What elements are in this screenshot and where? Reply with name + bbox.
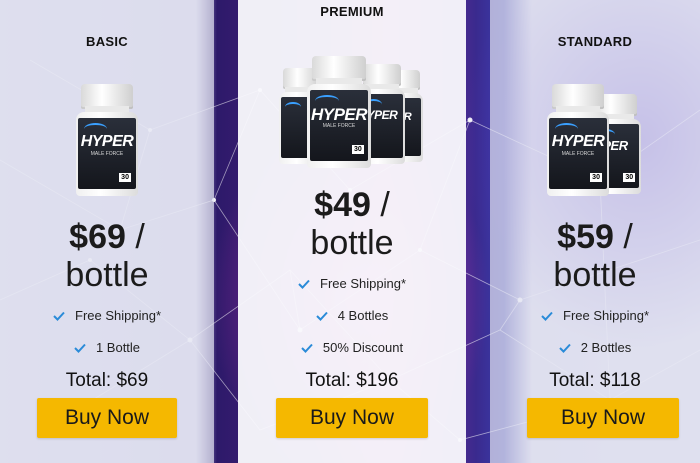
- product-subtitle: MALE FORCE: [90, 150, 124, 157]
- price-unit: bottle: [65, 256, 149, 294]
- check-icon: [315, 311, 328, 321]
- total-price: Total: $69: [65, 370, 149, 391]
- product-bottle: HYPER MALE FORCE 30: [307, 56, 371, 168]
- feature-item: 50% Discount: [238, 340, 466, 355]
- check-icon: [301, 343, 313, 353]
- feature-label: 1 Bottle: [95, 340, 141, 355]
- price: $49 /: [238, 186, 466, 224]
- check-icon: [74, 343, 86, 353]
- price-amount: $49: [314, 186, 371, 224]
- plan-tier-label: BASIC: [86, 34, 128, 49]
- capsule-count: 30: [119, 173, 131, 183]
- price-separator: /: [623, 218, 633, 256]
- plan-standard: STANDARD PER 30 HYPER MALE FORCE 30 $59 …: [490, 0, 700, 463]
- price-unit: bottle: [310, 224, 394, 262]
- price: $59 /: [490, 218, 700, 256]
- check-icon: [558, 343, 571, 353]
- buy-now-button[interactable]: Buy Now: [37, 398, 177, 438]
- feature-item: 2 Bottles: [490, 340, 700, 355]
- plan-basic: BASIC HYPER MALE FORCE 30 $69 / bottle F…: [0, 0, 214, 463]
- buy-now-button[interactable]: Buy Now: [276, 398, 428, 438]
- check-icon: [541, 311, 553, 321]
- feature-label: Free Shipping*: [563, 308, 649, 323]
- price-amount: $59: [557, 218, 614, 256]
- feature-label: 50% Discount: [322, 340, 404, 355]
- product-bottle: HYPER MALE FORCE 30: [76, 84, 138, 196]
- total-price: Total: $118: [549, 370, 641, 391]
- price-amount: $69: [69, 218, 126, 256]
- buy-now-button[interactable]: Buy Now: [527, 398, 679, 438]
- product-brand: HYPER: [80, 133, 134, 151]
- product-subtitle: MALE FORCE: [322, 122, 356, 129]
- product-image: ER YPER HYPER MALE FORCE 30: [238, 56, 466, 168]
- feature-item: Free Shipping*: [238, 276, 466, 291]
- check-icon: [53, 311, 65, 321]
- product-brand: HYPER: [551, 133, 605, 151]
- price-separator: /: [135, 218, 145, 256]
- feature-label: 4 Bottles: [337, 308, 389, 323]
- product-subtitle: MALE FORCE: [561, 150, 595, 157]
- capsule-count: 30: [351, 145, 364, 155]
- feature-item: 4 Bottles: [238, 308, 466, 323]
- check-icon: [298, 279, 310, 289]
- product-image: PER 30 HYPER MALE FORCE 30: [490, 84, 700, 196]
- capsule-count: 30: [590, 173, 602, 183]
- feature-label: Free Shipping*: [320, 276, 406, 291]
- plan-premium: PREMIUM ER YPER HYPER MALE FORCE 30: [238, 0, 466, 463]
- product-image: HYPER MALE FORCE 30: [0, 84, 214, 196]
- feature-label: 2 Bottles: [580, 340, 632, 355]
- plan-tier-label: PREMIUM: [320, 4, 384, 19]
- feature-item: Free Shipping*: [0, 308, 214, 323]
- plan-tier-label: STANDARD: [557, 34, 633, 49]
- feature-item: Free Shipping*: [490, 308, 700, 323]
- feature-label: Free Shipping*: [75, 308, 161, 323]
- total-price: Total: $196: [305, 370, 399, 391]
- product-bottle: HYPER MALE FORCE 30: [547, 84, 609, 196]
- price-separator: /: [380, 186, 390, 224]
- feature-item: 1 Bottle: [0, 340, 214, 355]
- price: $69 /: [0, 218, 214, 256]
- price-unit: bottle: [553, 256, 637, 294]
